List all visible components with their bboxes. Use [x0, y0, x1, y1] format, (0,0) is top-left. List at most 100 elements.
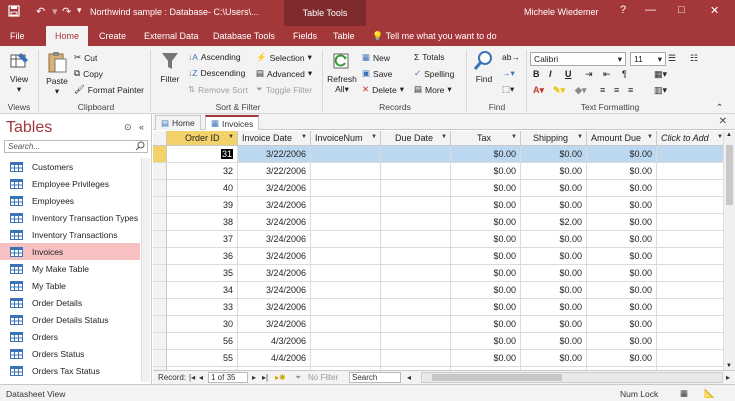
- table-cell[interactable]: [311, 350, 381, 367]
- table-cell[interactable]: [657, 316, 723, 333]
- table-cell[interactable]: 40: [167, 180, 238, 197]
- table-cell[interactable]: $0.00: [451, 350, 521, 367]
- table-cell[interactable]: 36: [167, 248, 238, 265]
- table-cell[interactable]: $0.00: [587, 231, 657, 248]
- bold-button[interactable]: B: [533, 69, 540, 79]
- nav-item-table[interactable]: Invoices: [0, 243, 140, 260]
- table-cell[interactable]: [657, 231, 723, 248]
- table-row[interactable]: 32 3/22/2006 $0.00 $0.00 $0.00: [167, 163, 723, 180]
- table-cell[interactable]: $0.00: [451, 333, 521, 350]
- numbering-icon[interactable]: ☷: [690, 53, 698, 64]
- table-row[interactable]: 34 3/24/2006 $0.00 $0.00 $0.00: [167, 282, 723, 299]
- grid-vertical-scrollbar[interactable]: ▲ ▼: [723, 131, 735, 370]
- previous-record-icon[interactable]: ◂: [199, 373, 203, 382]
- table-cell[interactable]: [311, 231, 381, 248]
- table-cell[interactable]: [381, 163, 451, 180]
- table-cell[interactable]: [381, 146, 451, 163]
- table-cell[interactable]: $0.00: [521, 299, 587, 316]
- table-cell[interactable]: [311, 282, 381, 299]
- nav-item-table[interactable]: My Make Table: [0, 260, 140, 277]
- nav-item-table[interactable]: My Table: [0, 277, 140, 294]
- indent-increase-icon[interactable]: ⇥: [585, 69, 593, 80]
- record-selector[interactable]: [153, 214, 167, 231]
- record-position-input[interactable]: 1 of 35: [208, 372, 248, 383]
- align-right-icon[interactable]: ≡: [628, 85, 633, 95]
- advanced-button[interactable]: ▤ Advanced ▾: [256, 68, 312, 79]
- table-cell[interactable]: [657, 214, 723, 231]
- next-record-icon[interactable]: ▸: [252, 373, 256, 382]
- table-cell[interactable]: [381, 333, 451, 350]
- table-cell[interactable]: 3/22/2006: [238, 163, 311, 180]
- table-cell[interactable]: [381, 248, 451, 265]
- scroll-down-icon[interactable]: ▼: [726, 363, 732, 369]
- indent-decrease-icon[interactable]: ⇤: [603, 69, 611, 80]
- table-row[interactable]: 39 3/24/2006 $0.00 $0.00 $0.00: [167, 197, 723, 214]
- record-selector[interactable]: [153, 350, 167, 367]
- table-cell[interactable]: $0.00: [451, 197, 521, 214]
- table-row[interactable]: 36 3/24/2006 $0.00 $0.00 $0.00: [167, 248, 723, 265]
- column-header-invoice-date[interactable]: Invoice Date ▼: [238, 131, 311, 146]
- nav-item-table[interactable]: Orders: [0, 328, 140, 345]
- new-record-icon[interactable]: ▸✱: [275, 373, 286, 382]
- table-cell[interactable]: 38: [167, 214, 238, 231]
- record-selector[interactable]: [153, 197, 167, 214]
- table-cell[interactable]: [657, 163, 723, 180]
- table-cell[interactable]: 33: [167, 299, 238, 316]
- font-color-icon[interactable]: A▾: [533, 85, 544, 96]
- toggle-filter-button[interactable]: ⏷ Toggle Filter: [256, 84, 312, 95]
- table-cell[interactable]: $0.00: [587, 350, 657, 367]
- nav-scrollbar[interactable]: [141, 158, 150, 382]
- table-cell[interactable]: $0.00: [587, 333, 657, 350]
- column-filter-icon[interactable]: ▼: [441, 134, 447, 140]
- user-name[interactable]: Michele Wiedemer: [524, 7, 599, 17]
- record-selector[interactable]: [153, 333, 167, 350]
- design-view-icon[interactable]: 📐: [704, 388, 715, 399]
- scroll-right-icon[interactable]: ▸: [726, 373, 730, 382]
- table-cell[interactable]: [381, 197, 451, 214]
- table-cell[interactable]: $0.00: [521, 146, 587, 163]
- align-left-icon[interactable]: ≡: [600, 85, 605, 95]
- table-cell[interactable]: 3/24/2006: [238, 180, 311, 197]
- table-cell[interactable]: [381, 214, 451, 231]
- go-to-icon[interactable]: →▾: [502, 68, 515, 79]
- table-cell[interactable]: [311, 180, 381, 197]
- undo-dropdown-icon[interactable]: ▾: [52, 5, 58, 18]
- table-cell[interactable]: $0.00: [521, 180, 587, 197]
- spelling-button[interactable]: ✓ Spelling: [414, 68, 454, 79]
- view-button[interactable]: View ▾: [6, 50, 32, 95]
- table-cell[interactable]: $0.00: [451, 299, 521, 316]
- table-cell[interactable]: [657, 282, 723, 299]
- record-selector[interactable]: [153, 231, 167, 248]
- table-row[interactable]: 40 3/24/2006 $0.00 $0.00 $0.00: [167, 180, 723, 197]
- record-selector[interactable]: [153, 248, 167, 265]
- record-selector[interactable]: [153, 299, 167, 316]
- undo-icon[interactable]: ↶: [36, 5, 45, 18]
- table-cell[interactable]: $0.00: [451, 248, 521, 265]
- doc-tab-home[interactable]: ▤ Home: [155, 115, 201, 130]
- table-cell[interactable]: [381, 350, 451, 367]
- filter-status-label[interactable]: No Filter: [308, 373, 338, 382]
- first-record-icon[interactable]: |◂: [189, 373, 195, 382]
- table-cell[interactable]: [381, 265, 451, 282]
- table-cell[interactable]: $0.00: [521, 231, 587, 248]
- align-center-icon[interactable]: ≡: [614, 85, 619, 95]
- table-cell[interactable]: 3/24/2006: [238, 214, 311, 231]
- column-filter-icon[interactable]: ▼: [228, 134, 234, 140]
- delete-record-button[interactable]: ✕ Delete ▾: [362, 84, 404, 95]
- table-cell[interactable]: [381, 316, 451, 333]
- table-cell[interactable]: 3/22/2006: [238, 146, 311, 163]
- replace-icon[interactable]: ab→: [502, 52, 520, 62]
- table-cell[interactable]: 3/24/2006: [238, 248, 311, 265]
- column-filter-icon[interactable]: ▼: [577, 134, 583, 140]
- record-selector[interactable]: [153, 282, 167, 299]
- table-cell[interactable]: 3/24/2006: [238, 282, 311, 299]
- highlight-icon[interactable]: ✎▾: [553, 85, 565, 96]
- nav-item-table[interactable]: Inventory Transactions: [0, 226, 140, 243]
- table-cell[interactable]: $0.00: [451, 146, 521, 163]
- record-search-input[interactable]: Search: [349, 372, 401, 383]
- table-cell[interactable]: $0.00: [587, 197, 657, 214]
- table-cell[interactable]: [657, 299, 723, 316]
- column-filter-icon[interactable]: ▼: [511, 134, 517, 140]
- table-cell[interactable]: [311, 197, 381, 214]
- select-icon[interactable]: ⬚▾: [502, 84, 514, 95]
